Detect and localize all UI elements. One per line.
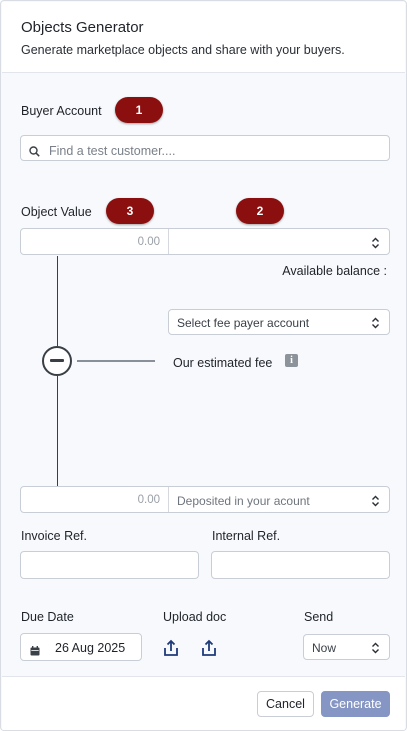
panel-header: Objects Generator Generate marketplace o… — [2, 2, 405, 73]
deposit-amount-input[interactable]: 0.00 — [21, 487, 168, 512]
chevron-updown-icon — [371, 316, 380, 334]
internal-ref-input[interactable] — [211, 551, 390, 579]
object-value-label: Object Value — [21, 205, 92, 219]
object-value-amount: 0.00 — [137, 236, 160, 248]
page-subtitle: Generate marketplace objects and share w… — [21, 43, 345, 57]
chevron-updown-icon — [371, 641, 380, 659]
flow-line-bottom — [57, 376, 58, 486]
deposit-group: 0.00 Deposited in your acount — [20, 486, 390, 513]
available-balance-label: Available balance : — [282, 264, 387, 278]
search-placeholder: Find a test customer.... — [49, 144, 176, 158]
deposit-account-select[interactable]: Deposited in your acount — [169, 487, 389, 512]
customer-search-input[interactable]: Find a test customer.... — [20, 135, 390, 161]
deposit-account-select-value: Deposited in your acount — [177, 494, 310, 508]
cancel-button[interactable]: Cancel — [257, 691, 314, 717]
fee-connector — [77, 360, 155, 362]
upload-icon[interactable] — [199, 638, 221, 660]
deposit-amount: 0.00 — [137, 494, 160, 506]
chevron-updown-icon — [371, 494, 380, 512]
due-date-picker[interactable]: 26 Aug 2025 — [20, 633, 142, 661]
step-badge-2: 2 — [236, 198, 284, 224]
due-date-value: 26 Aug 2025 — [55, 641, 126, 655]
upload-icon[interactable] — [161, 638, 183, 660]
objects-generator-panel: Objects Generator Generate marketplace o… — [0, 0, 407, 731]
page-title: Objects Generator — [21, 19, 144, 36]
search-icon — [29, 144, 40, 162]
estimated-fee-label: Our estimated fee — [173, 356, 273, 370]
minus-circle-icon — [42, 346, 72, 376]
fee-payer-select[interactable]: Select fee payer account — [168, 309, 390, 335]
flow-line-top — [57, 256, 58, 346]
chevron-updown-icon — [371, 236, 380, 254]
fee-payer-select-value: Select fee payer account — [177, 316, 310, 330]
upload-doc-label: Upload doc — [163, 610, 227, 624]
step-badge-3: 3 — [106, 198, 154, 224]
due-date-label: Due Date — [21, 610, 74, 624]
step-badge-1: 1 — [115, 97, 163, 123]
invoice-ref-input[interactable] — [20, 551, 199, 579]
send-label: Send — [304, 610, 334, 624]
object-value-group: 0.00 — [20, 228, 390, 255]
generate-button[interactable]: Generate — [321, 691, 390, 717]
invoice-ref-label: Invoice Ref. — [21, 529, 88, 543]
calendar-icon — [30, 643, 40, 661]
panel-footer: Cancel Generate — [2, 676, 405, 730]
currency-select[interactable] — [169, 229, 389, 254]
internal-ref-label: Internal Ref. — [212, 529, 281, 543]
send-select-value: Now — [312, 641, 337, 655]
info-icon[interactable]: i — [285, 354, 298, 367]
object-value-amount-input[interactable]: 0.00 — [21, 229, 168, 254]
buyer-account-label: Buyer Account — [21, 104, 102, 118]
send-select[interactable]: Now — [303, 634, 390, 660]
